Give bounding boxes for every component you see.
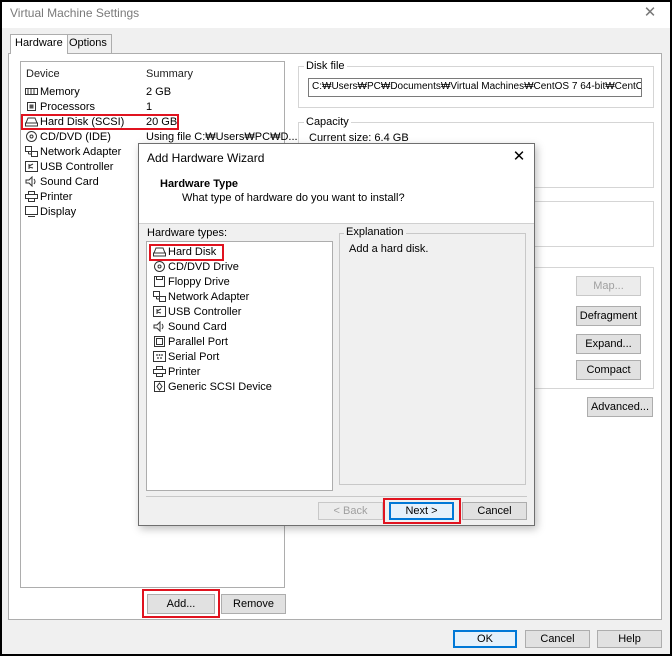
wizard-close-icon[interactable]: ✕	[509, 147, 529, 167]
wizard-subheading: What type of hardware do you want to ins…	[182, 192, 405, 204]
explanation-text: Add a hard disk.	[349, 243, 429, 255]
wizard-title-bar: Add Hardware Wizard ✕	[139, 144, 534, 172]
map-button[interactable]: Map...	[576, 276, 641, 296]
processor-icon	[25, 101, 38, 112]
explanation-label: Explanation	[344, 226, 406, 238]
printer-icon	[153, 366, 166, 377]
memory-icon	[25, 86, 38, 97]
hardware-type-label: Generic SCSI Device	[168, 381, 272, 393]
device-name: Display	[40, 206, 77, 218]
wizard-cancel-button[interactable]: Cancel	[462, 502, 527, 520]
capacity-label: Capacity	[304, 116, 351, 128]
hardware-type-serial-port[interactable]: Serial Port	[153, 350, 331, 365]
compact-button[interactable]: Compact	[576, 360, 641, 380]
hardware-type-label: CD/DVD Drive	[168, 261, 239, 273]
hardware-type-label: Network Adapter	[168, 291, 250, 303]
cd-dvd-icon	[25, 131, 38, 142]
remove-button[interactable]: Remove	[221, 594, 286, 614]
hardware-type-label: Serial Port	[168, 351, 220, 363]
col-summary-header: Summary	[146, 68, 194, 80]
hardware-type-cd-dvd[interactable]: CD/DVD Drive	[153, 260, 331, 275]
highlight-add-button	[142, 589, 220, 618]
device-name: Printer	[40, 191, 73, 203]
printer-icon	[25, 191, 38, 202]
ok-button[interactable]: OK	[453, 630, 517, 648]
network-adapter-icon	[153, 291, 166, 302]
highlight-next-button	[383, 498, 461, 524]
hardware-type-floppy[interactable]: Floppy Drive	[153, 275, 331, 290]
network-adapter-icon	[25, 146, 38, 157]
hardware-type-label: Sound Card	[168, 321, 227, 333]
hardware-type-label: Printer	[168, 366, 201, 378]
device-name: CD/DVD (IDE)	[40, 131, 111, 143]
sound-icon	[153, 320, 166, 333]
hardware-type-rows: Hard Disk CD/DVD Drive Floppy Drive Netw…	[153, 245, 331, 395]
device-summary: 1	[146, 101, 153, 113]
hardware-type-sound-card[interactable]: Sound Card	[153, 320, 331, 335]
device-row-processors[interactable]: Processors 1	[25, 100, 283, 115]
display-icon	[25, 206, 38, 217]
device-name: Memory	[40, 86, 80, 98]
highlight-hard-disk-row	[21, 114, 179, 130]
sound-icon	[25, 175, 38, 188]
usb-icon	[153, 306, 166, 317]
usb-icon	[25, 161, 38, 172]
tab-hardware[interactable]: Hardware	[10, 34, 68, 54]
hardware-type-parallel-port[interactable]: Parallel Port	[153, 335, 331, 350]
hardware-type-generic-scsi[interactable]: Generic SCSI Device	[153, 380, 331, 395]
tab-options[interactable]: Options	[64, 34, 112, 53]
device-row-memory[interactable]: Memory 2 GB	[25, 85, 283, 100]
device-name: Sound Card	[40, 176, 99, 188]
wizard-separator	[146, 496, 527, 497]
disk-file-label: Disk file	[304, 60, 347, 72]
parallel-port-icon	[153, 336, 166, 347]
close-icon[interactable]: ✕	[638, 4, 662, 22]
wizard-heading: Hardware Type	[160, 178, 239, 190]
window-title: Virtual Machine Settings	[10, 6, 140, 20]
disk-file-path[interactable]: C:₩Users₩PC₩Documents₩Virtual Machines₩C…	[308, 78, 642, 97]
help-button[interactable]: Help	[597, 630, 662, 648]
cancel-button[interactable]: Cancel	[525, 630, 590, 648]
expand-button[interactable]: Expand...	[576, 334, 641, 354]
hardware-type-usb-controller[interactable]: USB Controller	[153, 305, 331, 320]
add-hardware-wizard: Add Hardware Wizard ✕ Hardware Type What…	[138, 143, 535, 526]
wizard-header: Hardware Type What type of hardware do y…	[139, 172, 534, 224]
back-button[interactable]: < Back	[318, 502, 383, 520]
explanation-group	[339, 233, 526, 485]
highlight-hard-disk-type	[149, 244, 224, 261]
col-device-header: Device	[26, 68, 60, 80]
cd-dvd-icon	[153, 261, 166, 272]
device-name: Processors	[40, 101, 96, 113]
hardware-type-printer[interactable]: Printer	[153, 365, 331, 380]
device-summary: 2 GB	[146, 86, 172, 98]
wizard-title: Add Hardware Wizard	[147, 151, 265, 165]
defragment-button[interactable]: Defragment	[576, 306, 641, 326]
floppy-icon	[153, 276, 166, 287]
scsi-icon	[153, 381, 166, 392]
hardware-type-network-adapter[interactable]: Network Adapter	[153, 290, 331, 305]
hardware-type-label: Floppy Drive	[168, 276, 230, 288]
hardware-types-label: Hardware types:	[147, 227, 228, 239]
advanced-button[interactable]: Advanced...	[587, 397, 653, 417]
hardware-type-label: USB Controller	[168, 306, 242, 318]
device-name: Network Adapter	[40, 146, 122, 158]
hardware-type-label: Parallel Port	[168, 336, 228, 348]
serial-port-icon	[153, 351, 166, 362]
hardware-types-list[interactable]: Hard Disk CD/DVD Drive Floppy Drive Netw…	[146, 241, 333, 491]
device-name: USB Controller	[40, 161, 114, 173]
